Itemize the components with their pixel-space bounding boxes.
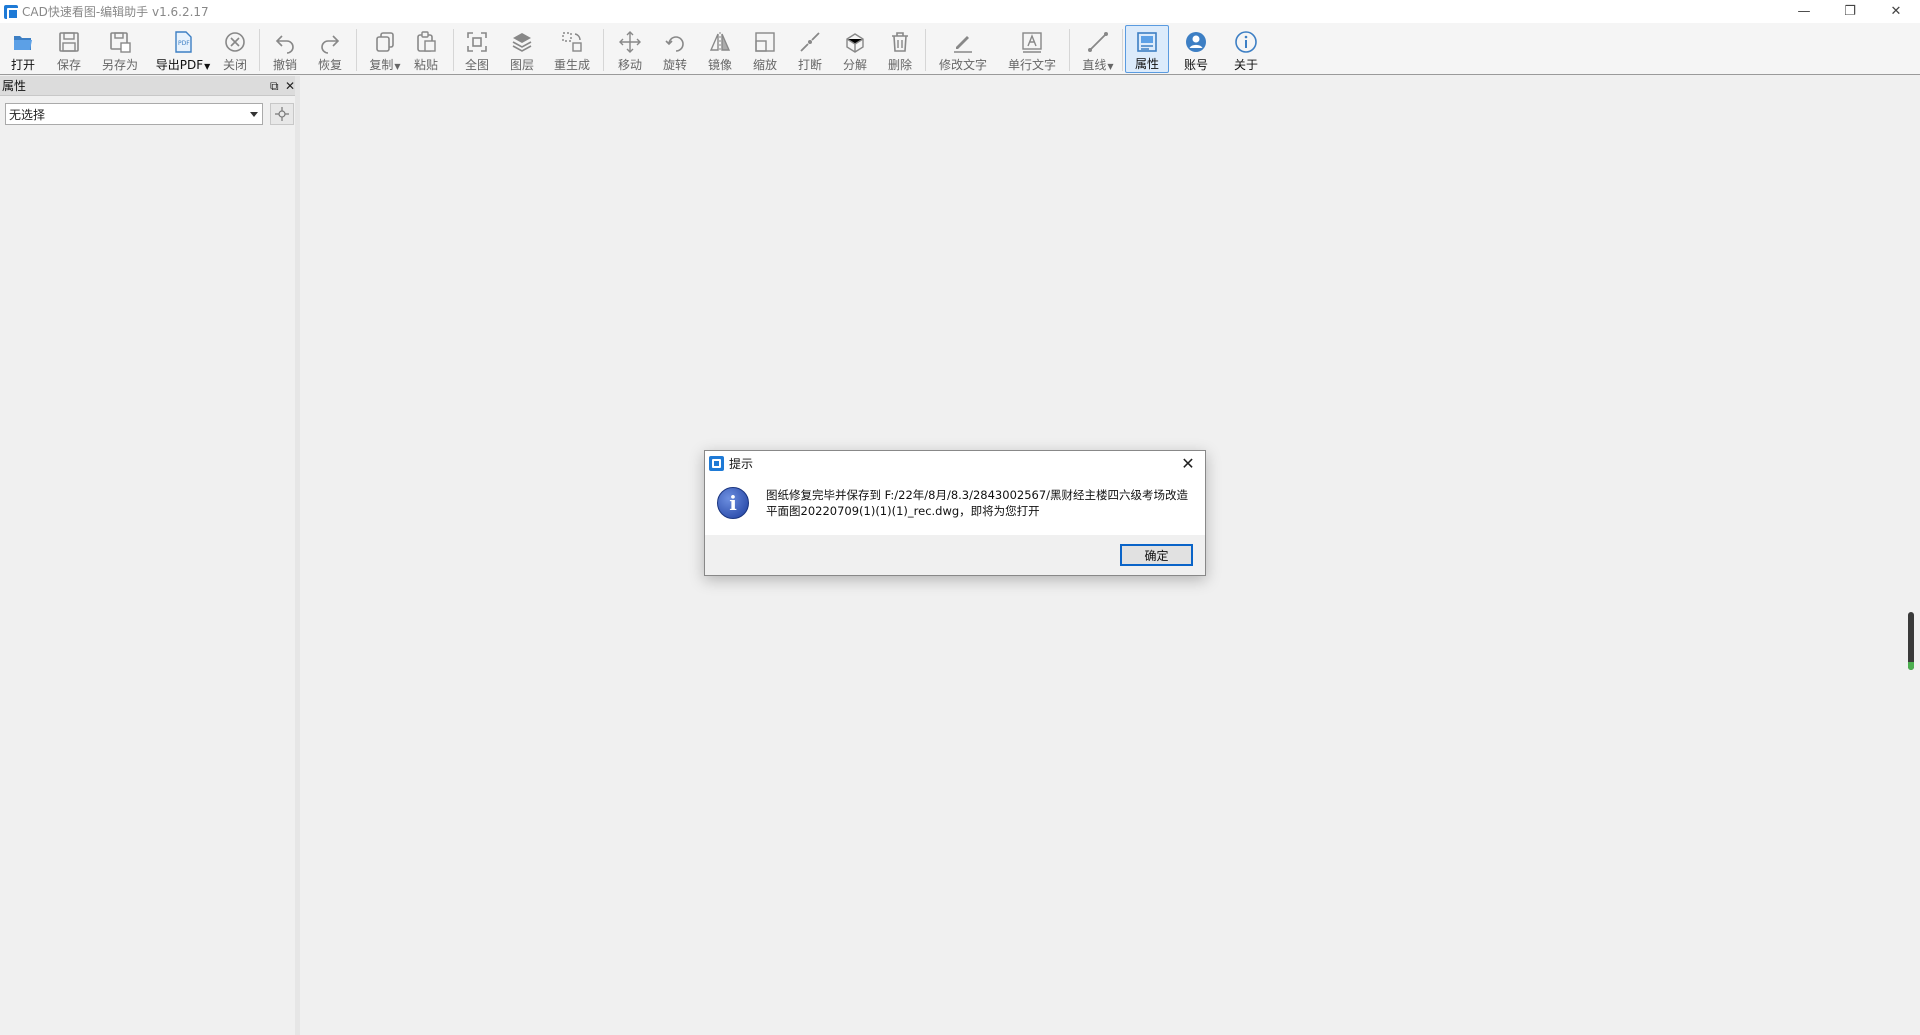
about-button[interactable]: 关于 — [1229, 25, 1263, 73]
close-circle-icon — [222, 29, 248, 55]
close-window-button[interactable]: ✕ — [1873, 0, 1919, 23]
account-button[interactable]: 账号 — [1179, 25, 1213, 73]
app-logo-icon — [4, 4, 19, 20]
properties-button[interactable]: 属性 — [1125, 25, 1169, 73]
panel-title: 属性 — [2, 79, 27, 93]
crosshair-icon — [275, 107, 289, 121]
minimize-button[interactable]: — — [1781, 0, 1827, 23]
dialog-footer: 确定 — [705, 535, 1205, 575]
float-panel-icon[interactable]: ⧉ — [270, 79, 279, 94]
regenerate-icon — [559, 29, 585, 55]
pdf-file-icon: PDF — [170, 29, 196, 55]
dialog-title: 提示 — [729, 456, 754, 471]
paste-button[interactable]: 粘贴 — [409, 25, 443, 73]
chevron-down-icon — [250, 112, 258, 117]
break-button[interactable]: 打断 — [793, 25, 827, 73]
zoom-all-button[interactable]: 全图 — [460, 25, 494, 73]
zoom-extents-icon — [464, 29, 490, 55]
paste-clipboard-icon — [413, 29, 439, 55]
properties-panel-header: 属性 ⧉ ✕ — [0, 76, 295, 96]
copy-dropdown-icon: ▼ — [394, 62, 401, 71]
explode-button[interactable]: 分解 — [838, 25, 872, 73]
app-logo-icon — [709, 455, 724, 471]
dialog-title-bar: 提示 — [705, 451, 1205, 475]
information-icon: i — [717, 487, 749, 519]
undo-icon — [272, 29, 298, 55]
layers-icon — [509, 29, 535, 55]
break-line-icon — [797, 29, 823, 55]
properties-panel: 属性 ⧉ ✕ 无选择 — [0, 76, 300, 1035]
zoom-scroll-handle[interactable] — [1908, 612, 1914, 670]
move-button[interactable]: 移动 — [613, 25, 647, 73]
move-arrows-icon — [617, 29, 643, 55]
close-file-button[interactable]: 关闭 — [218, 25, 252, 73]
open-button[interactable]: 打开 — [6, 25, 40, 73]
toolbar-separator — [925, 29, 926, 71]
properties-panel-icon — [1134, 30, 1160, 54]
layers-button[interactable]: 图层 — [505, 25, 539, 73]
toolbar-separator — [1069, 29, 1070, 71]
toolbar-separator — [259, 29, 260, 71]
ok-button[interactable]: 确定 — [1120, 544, 1193, 566]
delete-button[interactable]: 删除 — [883, 25, 917, 73]
dialog-message: 图纸修复完毕并保存到 F:/22年/8月/8.3/2843002567/黑财经主… — [766, 488, 1189, 518]
toolbar: 打开 保存 另存为 PDF 导出PDF▼ 关闭 撤销 恢复 复制▼ 粘贴 全图 … — [0, 23, 1920, 75]
dialog-body: i 图纸修复完毕并保存到 F:/22年/8月/8.3/2843002567/黑财… — [705, 475, 1205, 535]
line-icon — [1085, 29, 1111, 55]
scale-icon — [752, 29, 778, 55]
rotate-button[interactable]: 旋转 — [658, 25, 692, 73]
rotate-icon — [662, 29, 688, 55]
pencil-icon — [950, 29, 976, 55]
open-folder-icon — [10, 29, 36, 55]
copy-button[interactable]: 复制▼ — [364, 25, 406, 73]
user-avatar-icon — [1183, 29, 1209, 55]
export-pdf-dropdown-icon: ▼ — [204, 62, 211, 71]
mirror-icon — [707, 29, 733, 55]
selection-value: 无选择 — [9, 107, 46, 122]
quick-select-button[interactable] — [270, 103, 294, 125]
toolbar-separator — [603, 29, 604, 71]
save-button[interactable]: 保存 — [52, 25, 86, 73]
save-as-icon — [107, 29, 133, 55]
save-disk-icon — [56, 29, 82, 55]
window-title: CAD快速看图-编辑助手 v1.6.2.17 — [22, 5, 209, 19]
trash-icon — [887, 29, 913, 55]
toolbar-separator — [453, 29, 454, 71]
close-panel-icon[interactable]: ✕ — [285, 79, 295, 93]
info-circle-icon — [1233, 29, 1259, 55]
toolbar-separator — [356, 29, 357, 71]
text-a-icon — [1019, 29, 1045, 55]
export-pdf-button[interactable]: PDF 导出PDF▼ — [155, 25, 211, 73]
save-as-button[interactable]: 另存为 — [99, 25, 141, 73]
line-button[interactable]: 直线▼ — [1077, 25, 1119, 73]
regenerate-button[interactable]: 重生成 — [551, 25, 593, 73]
line-dropdown-icon: ▼ — [1107, 62, 1114, 71]
toolbar-separator — [1122, 29, 1123, 71]
message-dialog: 提示 ✕ i 图纸修复完毕并保存到 F:/22年/8月/8.3/28430025… — [704, 450, 1206, 576]
title-bar: CAD快速看图-编辑助手 v1.6.2.17 — ❐ ✕ — [0, 0, 1920, 23]
restore-button[interactable]: ❐ — [1827, 0, 1873, 23]
selection-dropdown[interactable]: 无选择 — [5, 103, 263, 125]
dialog-close-button[interactable]: ✕ — [1179, 454, 1197, 473]
redo-button[interactable]: 恢复 — [313, 25, 347, 73]
undo-button[interactable]: 撤销 — [268, 25, 302, 73]
scale-button[interactable]: 缩放 — [748, 25, 782, 73]
edit-text-button[interactable]: 修改文字 — [935, 25, 991, 73]
mirror-button[interactable]: 镜像 — [703, 25, 737, 73]
svg-text:PDF: PDF — [178, 40, 190, 47]
copy-icon — [372, 29, 398, 55]
redo-icon — [317, 29, 343, 55]
single-line-text-button[interactable]: 单行文字 — [1004, 25, 1060, 73]
explode-icon — [842, 29, 868, 55]
